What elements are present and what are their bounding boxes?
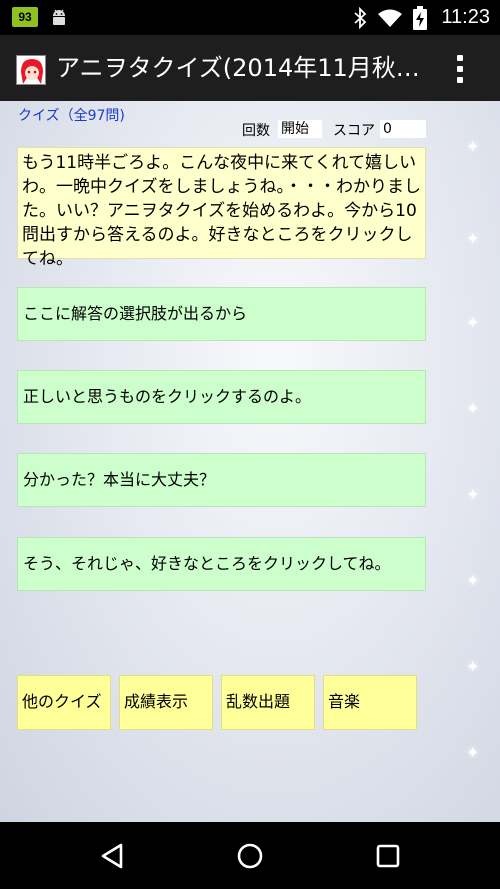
answer-option-4[interactable]: そう、それじゃ、好きなところをクリックしてね。: [17, 537, 426, 591]
app-title: アニヲタクイズ(2014年11月秋…: [56, 54, 420, 82]
navigation-bar: [0, 822, 500, 889]
answer-option-3[interactable]: 分かった？本当に大丈夫？: [17, 453, 426, 507]
clock: 11:23: [441, 6, 490, 28]
results-button[interactable]: 成績表示: [119, 675, 213, 730]
score-value: 0: [380, 120, 426, 138]
quiz-count-label: クイズ（全97問): [18, 108, 125, 124]
action-bar: アニヲタクイズ(2014年11月秋…: [0, 35, 500, 101]
android-debug-icon: [53, 9, 65, 25]
wifi-icon: [378, 9, 403, 27]
answer-option-2[interactable]: 正しいと思うものをクリックするのよ。: [17, 370, 426, 424]
bluetooth-icon: [354, 6, 367, 29]
status-bar: 93 11:23: [0, 0, 500, 35]
sparkle-decoration: ✦: [466, 137, 480, 156]
quiz-content: ✦ ✦ ✦ ✦ ✦ ✦ ✦ ✦ クイズ（全97問) 回数 開始 スコア 0 もう…: [0, 101, 500, 822]
random-question-button[interactable]: 乱数出題: [221, 675, 315, 730]
overflow-menu-icon[interactable]: [440, 51, 480, 87]
score-label: スコア: [333, 123, 375, 139]
music-button[interactable]: 音楽: [323, 675, 417, 730]
round-value: 開始: [278, 120, 322, 138]
sparkle-decoration: ✦: [466, 313, 480, 332]
sparkle-decoration: ✦: [466, 571, 480, 590]
other-quiz-button[interactable]: 他のクイズ: [17, 675, 111, 730]
app-icon: [16, 55, 46, 85]
recents-icon[interactable]: [368, 840, 408, 872]
sparkle-decoration: ✦: [466, 657, 480, 676]
battery-charging-icon: [413, 5, 428, 30]
battery-level-badge: 93: [12, 7, 38, 27]
sparkle-decoration: ✦: [466, 743, 480, 762]
back-icon[interactable]: [92, 840, 132, 872]
sparkle-decoration: ✦: [466, 485, 480, 504]
sparkle-decoration: ✦: [466, 229, 480, 248]
round-label: 回数: [242, 123, 270, 139]
sparkle-decoration: ✦: [466, 399, 480, 418]
answer-option-1[interactable]: ここに解答の選択肢が出るから: [17, 287, 426, 341]
home-icon[interactable]: [230, 840, 270, 872]
message-box[interactable]: もう11時半ごろよ。こんな夜中に来てくれて嬉しいわ。一晩中クイズをしましょうね。…: [17, 147, 426, 269]
